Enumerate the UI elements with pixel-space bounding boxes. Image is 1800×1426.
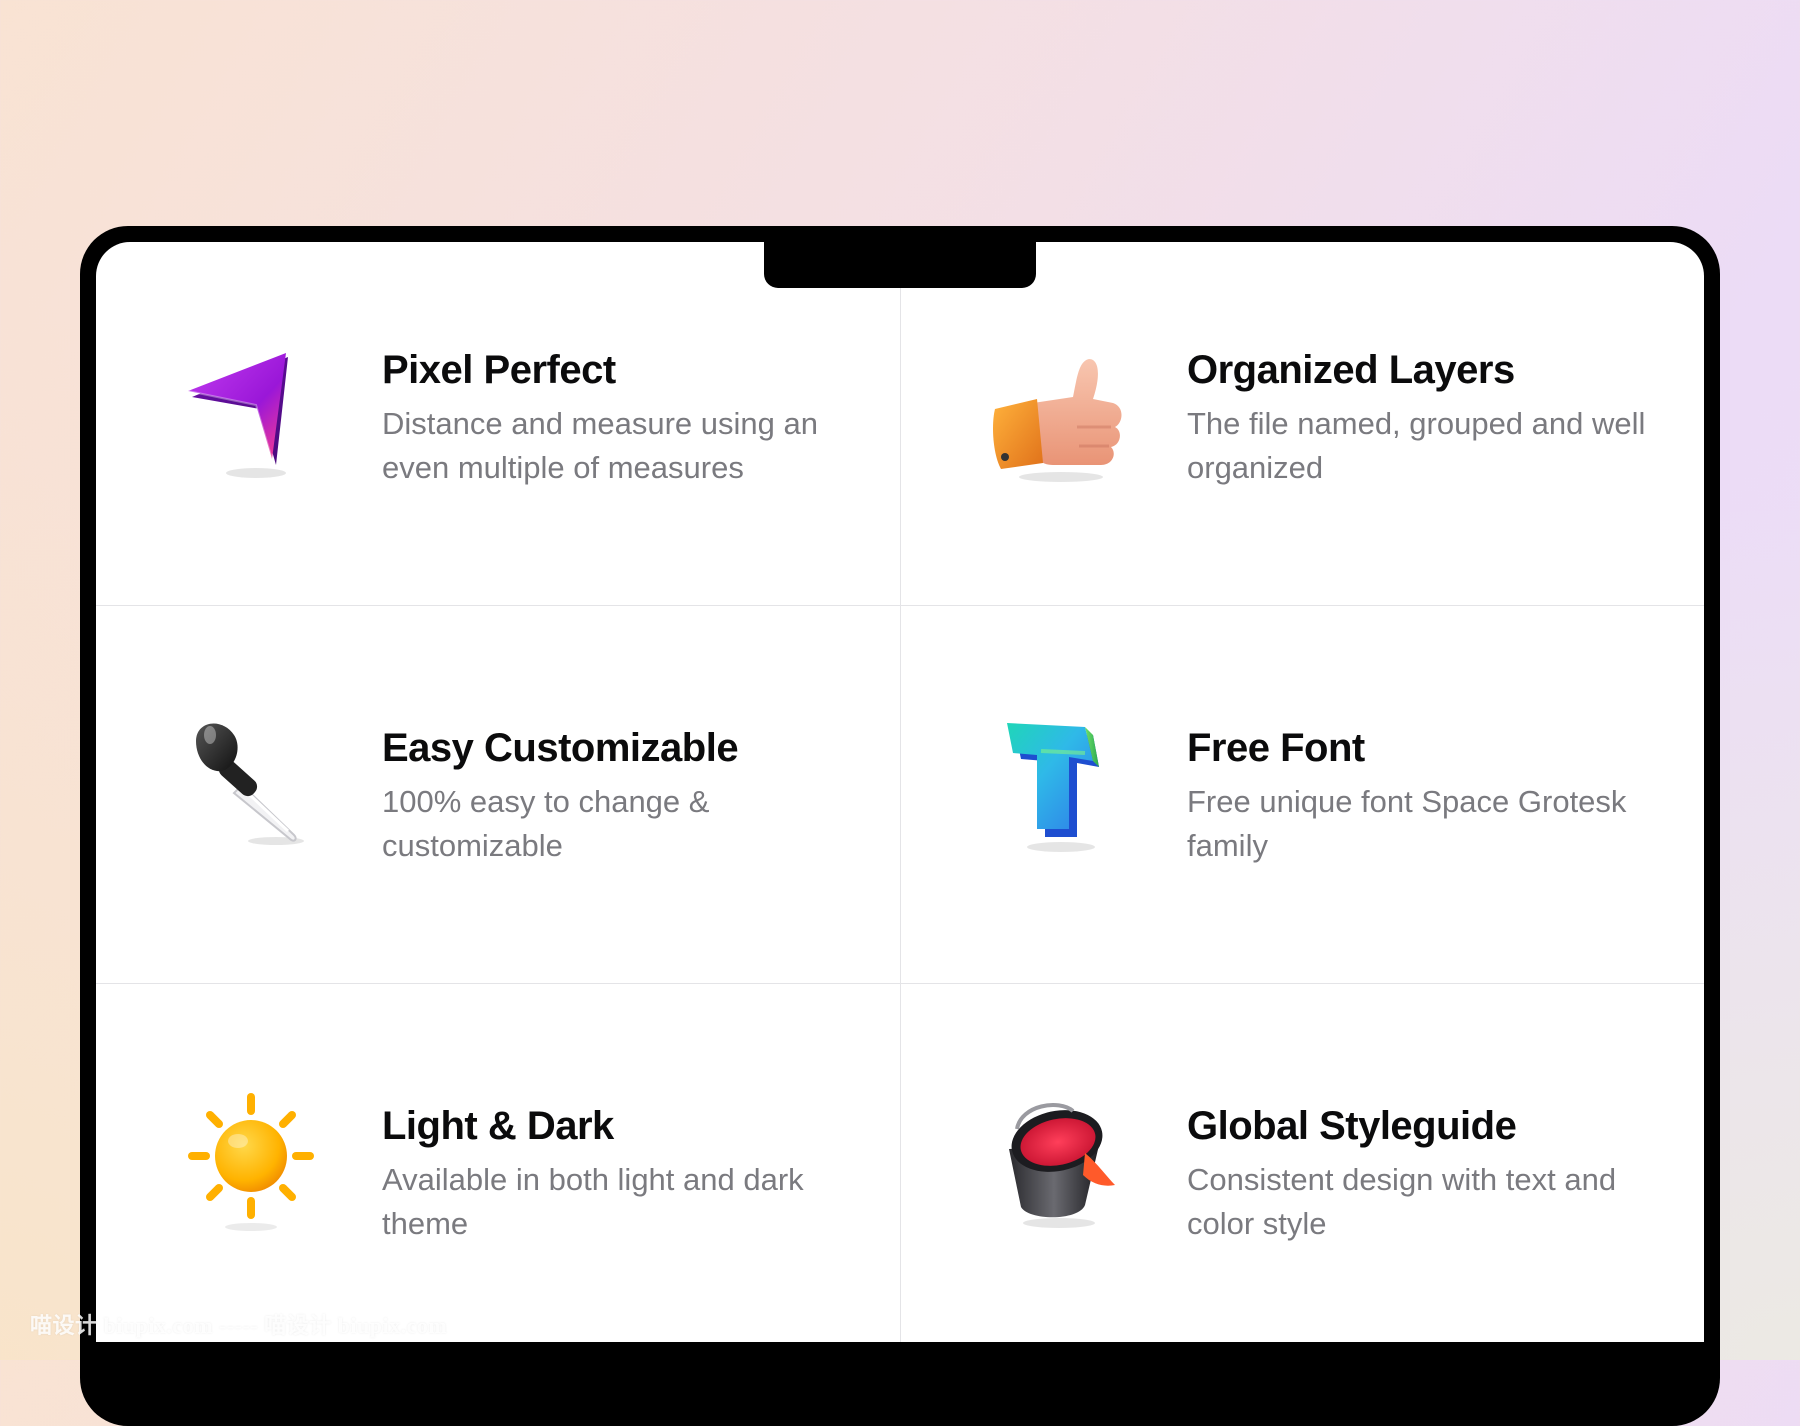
feature-description: The file named, grouped and well organiz… <box>1187 406 1646 485</box>
letter-t-icon <box>981 711 1131 861</box>
feature-card-pixel-perfect: Pixel Perfect Distance and measure using… <box>96 242 900 605</box>
paint-bucket-icon <box>981 1089 1131 1239</box>
watermark-text: 喵设计 biupix.com ----- 喵设计 biupix.com <box>30 1313 448 1338</box>
device-screen: Pixel Perfect Distance and measure using… <box>96 242 1704 1342</box>
eyedropper-icon <box>176 711 326 861</box>
feature-text: Global Styleguide Consistent design with… <box>1187 1100 1657 1246</box>
feature-text: Light & Dark Available in both light and… <box>382 1100 852 1246</box>
feature-grid: Pixel Perfect Distance and measure using… <box>96 242 1704 1342</box>
feature-description: Free unique font Space Grotesk family <box>1187 784 1627 863</box>
feature-description: Distance and measure using an even multi… <box>382 406 818 485</box>
device-notch <box>764 226 1036 288</box>
feature-description: Available in both light and dark theme <box>382 1162 804 1241</box>
feature-text: Free Font Free unique font Space Grotesk… <box>1187 722 1657 868</box>
feature-title: Light & Dark <box>382 1104 614 1148</box>
feature-text: Organized Layers The file named, grouped… <box>1187 344 1657 490</box>
feature-card-free-font: Free Font Free unique font Space Grotesk… <box>900 605 1704 983</box>
feature-title: Organized Layers <box>1187 348 1515 392</box>
feature-title: Free Font <box>1187 726 1365 770</box>
feature-text: Pixel Perfect Distance and measure using… <box>382 344 852 490</box>
thumbs-up-icon <box>981 347 1131 497</box>
feature-title: Global Styleguide <box>1187 1104 1517 1148</box>
feature-card-global-styleguide: Global Styleguide Consistent design with… <box>900 983 1704 1342</box>
feature-title: Pixel Perfect <box>382 348 616 392</box>
feature-description: 100% easy to change & customizable <box>382 784 710 863</box>
feature-title: Easy Customizable <box>382 726 739 770</box>
feature-text: Easy Customizable 100% easy to change & … <box>382 722 852 868</box>
feature-card-organized-layers: Organized Layers The file named, grouped… <box>900 242 1704 605</box>
sun-icon <box>176 1089 326 1239</box>
cursor-arrow-icon <box>176 347 326 497</box>
feature-card-light-dark: Light & Dark Available in both light and… <box>96 983 900 1342</box>
feature-card-easy-customizable: Easy Customizable 100% easy to change & … <box>96 605 900 983</box>
feature-description: Consistent design with text and color st… <box>1187 1162 1617 1241</box>
